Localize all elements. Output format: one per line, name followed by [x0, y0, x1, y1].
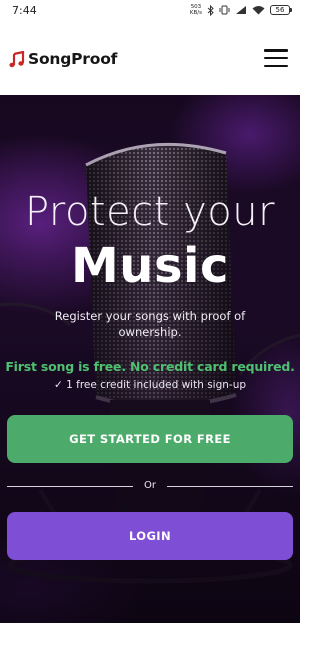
divider-line-right: [167, 486, 293, 487]
or-divider: Or: [7, 479, 293, 495]
login-button[interactable]: LOGIN: [7, 512, 293, 560]
check-icon: ✓: [53, 379, 63, 391]
hero-subtitle: Register your songs with proof of owners…: [54, 309, 246, 339]
battery-icon: 56: [270, 5, 292, 15]
free-song-notice: First song is free. No credit card requi…: [5, 359, 295, 374]
bluetooth-icon: [207, 4, 214, 16]
page-bottom: [0, 623, 300, 650]
status-bar: 7:44 503 KB/s 56: [0, 0, 300, 22]
app-header: SongProof: [0, 22, 300, 95]
network-speed-unit: KB/s: [189, 10, 202, 16]
signal-icon: [236, 6, 246, 14]
get-started-button[interactable]: GET STARTED FOR FREE: [7, 415, 293, 463]
vibrate-icon: [219, 5, 230, 15]
menu-bar-top: [264, 49, 288, 52]
brand-logo[interactable]: SongProof: [9, 50, 117, 68]
hero-section: Protect your Music Register your songs w…: [0, 95, 300, 623]
free-credit-note: ✓ 1 free credit included with sign-up: [0, 379, 300, 391]
brand-name: SongProof: [28, 50, 118, 68]
network-speed: 503 KB/s: [190, 4, 202, 16]
hero-title-line1: Protect your: [24, 189, 276, 235]
music-note-icon: [9, 50, 25, 67]
hamburger-menu-icon[interactable]: [264, 49, 288, 67]
menu-bar-bottom: [264, 64, 288, 67]
status-time: 7:44: [12, 4, 37, 17]
menu-bar-middle: [264, 56, 288, 60]
wifi-icon: [252, 6, 265, 15]
free-credit-text: 1 free credit included with sign-up: [66, 379, 247, 391]
hero-title-line2: Music: [71, 238, 229, 294]
status-icons: 503 KB/s 56: [190, 4, 292, 16]
